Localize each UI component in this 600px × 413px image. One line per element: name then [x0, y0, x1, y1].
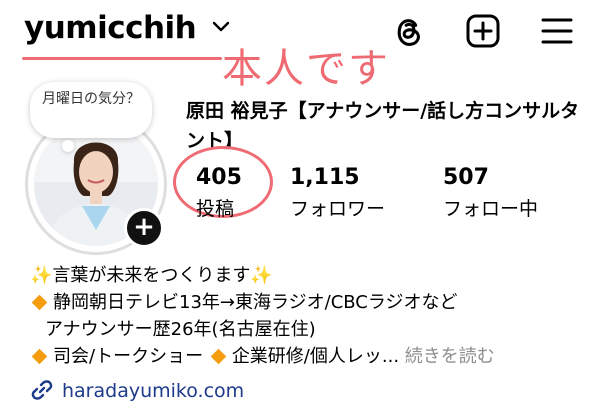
stat-followers-label: フォロワー	[290, 198, 386, 220]
stat-posts-count: 405	[196, 165, 242, 190]
website-link[interactable]: haradayumiko.com	[30, 378, 244, 402]
chevron-down-icon[interactable]	[212, 20, 230, 34]
website-link-text[interactable]: haradayumiko.com	[62, 380, 244, 402]
bio-line: 静岡朝日テレビ13年→東海ラジオ/CBCラジオなど	[30, 289, 495, 316]
add-story-icon[interactable]: +	[124, 208, 164, 248]
stat-followers-count: 1,115	[290, 165, 360, 190]
menu-icon[interactable]	[540, 16, 574, 46]
stat-posts-label: 投稿	[196, 198, 235, 220]
read-more-link[interactable]: 続きを読む	[405, 346, 495, 367]
diamond-icon	[31, 294, 48, 310]
bio-line: 司会/トークショー 企業研修/個人レッ... 続きを読む	[30, 343, 495, 370]
stat-posts[interactable]: 405 投稿	[196, 165, 242, 221]
bio-line-text: 司会/トークショー	[53, 346, 204, 367]
annotation-underline	[22, 57, 222, 60]
bio: ✨言葉が未来をつくります✨ 静岡朝日テレビ13年→東海ラジオ/CBCラジオなど …	[30, 262, 495, 370]
diamond-icon	[210, 348, 227, 364]
bio-line-text: 企業研修/個人レッ...	[231, 346, 400, 367]
stat-following[interactable]: 507 フォロー中	[443, 165, 538, 221]
bio-line: アナウンサー歴26年(名古屋在住)	[45, 319, 316, 340]
stat-following-count: 507	[443, 165, 489, 190]
stat-following-label: フォロー中	[443, 198, 539, 220]
threads-icon[interactable]	[390, 12, 428, 50]
display-name: 原田 裕見子【アナウンサー/話し方コンサルタント】	[186, 100, 580, 152]
diamond-icon	[31, 348, 48, 364]
bio-line: ✨言葉が未来をつくります✨	[30, 265, 273, 286]
note-bubble[interactable]: 月曜日の気分？	[30, 82, 152, 138]
username[interactable]: yumicchih	[24, 10, 197, 46]
link-icon	[31, 380, 53, 400]
bio-line-text: 静岡朝日テレビ13年→東海ラジオ/CBCラジオなど	[53, 292, 458, 313]
annotation-text: 本人です	[222, 46, 390, 92]
note-bubble-tail	[62, 140, 74, 152]
plus-square-icon[interactable]	[465, 13, 501, 49]
stat-followers[interactable]: 1,115 フォロワー	[290, 165, 385, 221]
